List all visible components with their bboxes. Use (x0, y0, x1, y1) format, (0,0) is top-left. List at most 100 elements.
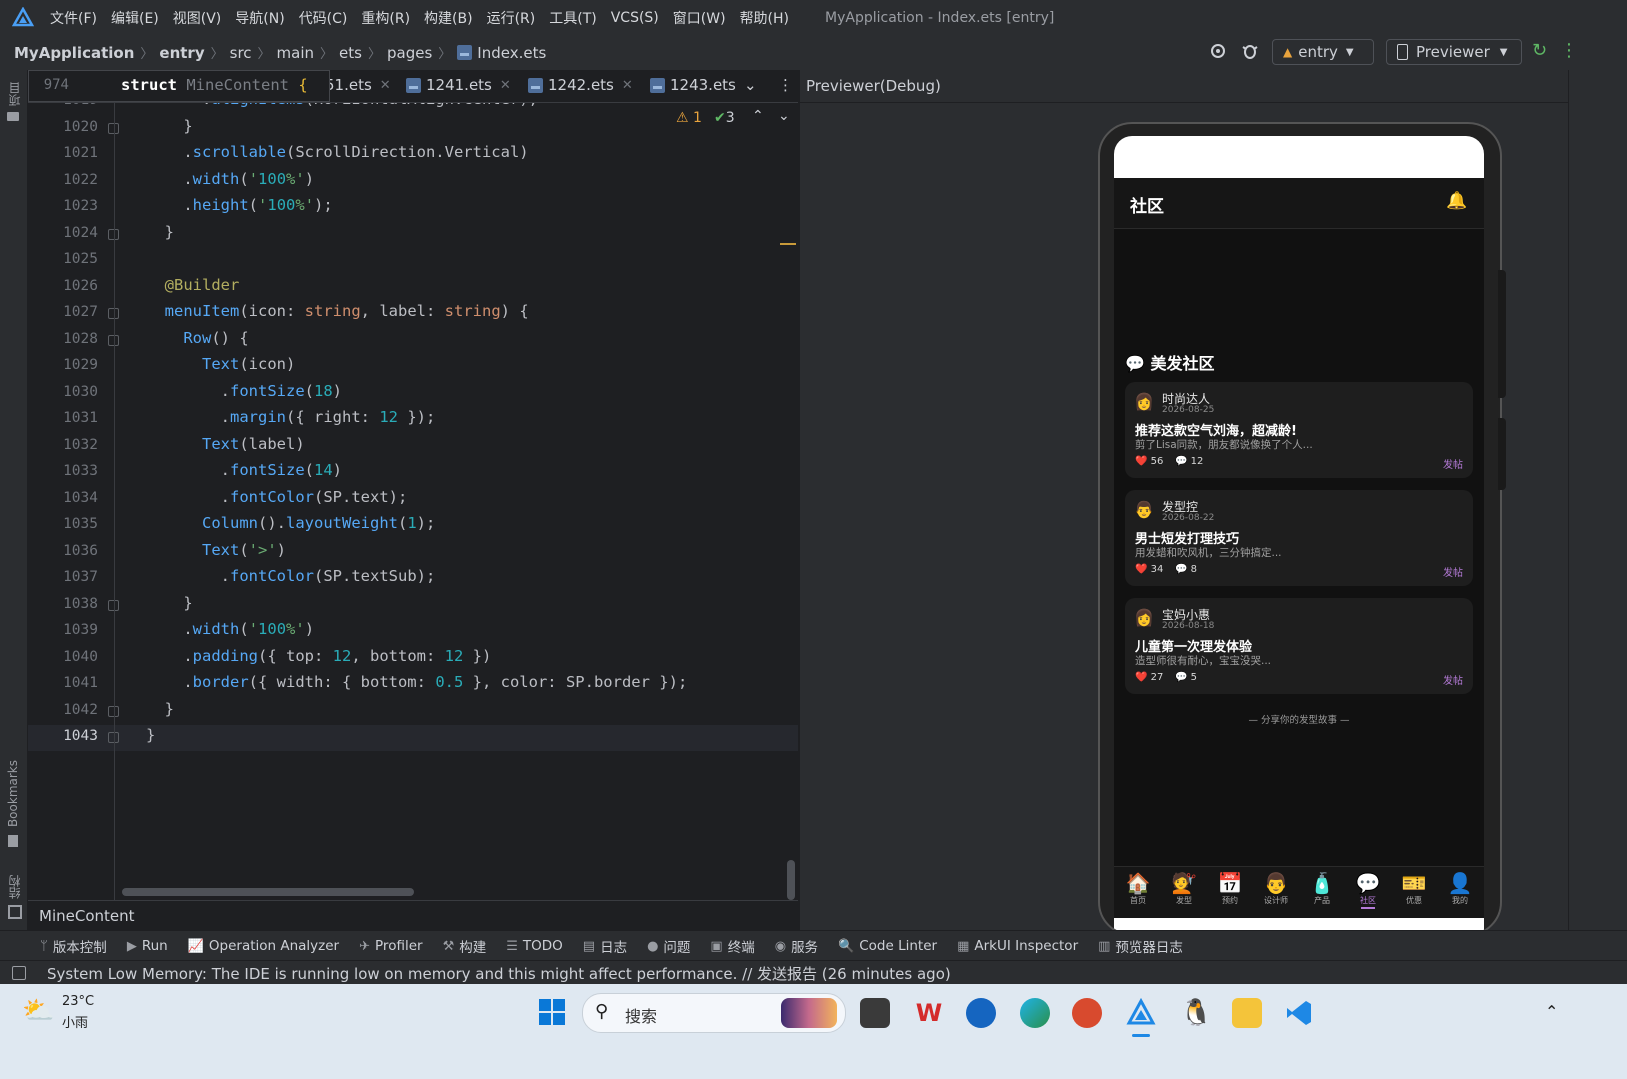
post-likes[interactable]: ❤️ 27 (1135, 672, 1163, 683)
breadcrumb-project[interactable]: MyApplication (14, 44, 134, 62)
menu-refactor[interactable]: 重构(R) (361, 8, 410, 28)
tool-tab-run[interactable]: ▶ Run (127, 938, 168, 954)
file-explorer-icon[interactable] (1232, 998, 1262, 1028)
post-card[interactable]: 👩 宝妈小惠 2026-08-18 儿童第一次理发体验 造型师很有耐心，宝宝没哭… (1125, 598, 1473, 694)
code-line[interactable]: Row() { (146, 329, 248, 347)
device-screen[interactable]: 社区 🔔 💬 美发社区 👩 时尚达人 2026-08-25 推荐这款空气刘海，超… (1114, 136, 1484, 932)
horizontal-scrollbar[interactable] (122, 888, 414, 896)
previewer-selector[interactable]: Previewer ▼ (1386, 39, 1522, 65)
wps-icon[interactable]: W (914, 998, 944, 1028)
tool-tab-arkui-inspector[interactable]: ▦ ArkUI Inspector (957, 938, 1078, 954)
task-view-icon[interactable] (860, 998, 890, 1028)
post-comments[interactable]: 💬 8 (1175, 564, 1197, 575)
code-area[interactable]: 1019 .alignItems(HorizontalAlign.Center)… (28, 70, 798, 900)
code-line[interactable]: } (146, 117, 192, 135)
menu-help[interactable]: 帮助(H) (740, 8, 789, 28)
status-toggle-icon[interactable] (12, 966, 26, 980)
close-icon[interactable]: ✕ (500, 78, 511, 93)
menu-window[interactable]: 窗口(W) (673, 8, 726, 28)
tab-hairstyle[interactable]: 💇 发型 (1164, 871, 1204, 906)
code-line[interactable]: .fontSize(18) (146, 382, 342, 400)
chevron-down-icon[interactable]: ⌄ (744, 76, 757, 94)
menu-code[interactable]: 代码(C) (299, 8, 348, 28)
breadcrumb-src[interactable]: src (230, 44, 252, 62)
tab-1243[interactable]: 1243.ets (650, 76, 736, 94)
post-comments[interactable]: 💬 12 (1175, 456, 1203, 467)
chevron-up-icon[interactable]: ⌃ (1545, 1002, 1558, 1021)
tool-tab-code-linter[interactable]: 🔍 Code Linter (838, 938, 937, 954)
vertical-scrollbar[interactable] (787, 860, 795, 900)
tool-tab-vcs[interactable]: ᛘ 版本控制 (40, 936, 107, 957)
overflow-icon[interactable]: ⋮ (1560, 40, 1578, 61)
code-line[interactable]: } (146, 700, 174, 718)
pin-app-icon[interactable] (966, 998, 996, 1028)
sticky-scope-header[interactable]: 974 struct MineContent { (28, 70, 330, 102)
tab-mine[interactable]: 👤 我的 (1440, 871, 1480, 906)
code-line[interactable]: .fontSize(14) (146, 461, 342, 479)
tab-51[interactable]: 51.ets ✕ (325, 76, 391, 94)
bug-icon[interactable] (1240, 41, 1260, 61)
menu-vcs[interactable]: VCS(S) (611, 10, 659, 26)
status-message[interactable]: System Low Memory: The IDE is running lo… (47, 963, 951, 984)
qq-penguin-icon[interactable]: 🐧 (1180, 998, 1212, 1028)
bell-icon[interactable]: 🔔 (1446, 191, 1467, 211)
tab-designer[interactable]: 👨 设计师 (1256, 871, 1296, 906)
tool-tab-operation-analyzer[interactable]: 📈 Operation Analyzer (188, 938, 339, 954)
scope-breadcrumb-item[interactable]: MineContent (39, 907, 135, 925)
vscode-icon[interactable] (1284, 998, 1314, 1028)
breadcrumb-module[interactable]: entry (159, 44, 204, 62)
code-editor[interactable]: 51.ets ✕ 1241.ets ✕ 1242.ets ✕ 1243.ets ⌄ ⋮… (28, 70, 828, 931)
menu-tools[interactable]: 工具(T) (549, 8, 596, 28)
tool-tab-previewer-log[interactable]: ▥ 预览器日志 (1098, 936, 1183, 957)
code-line[interactable]: .fontColor(SP.textSub); (146, 567, 436, 585)
tool-tab-problems[interactable]: ● 问题 (647, 936, 690, 957)
code-line[interactable]: .width('100%') (146, 170, 314, 188)
code-line[interactable]: Text('>') (146, 541, 286, 559)
tab-products[interactable]: 🧴 产品 (1302, 871, 1342, 906)
close-icon[interactable]: ✕ (622, 78, 633, 93)
post-card[interactable]: 👩 时尚达人 2026-08-25 推荐这款空气刘海，超减龄! 剪了Lisa同款… (1125, 382, 1473, 478)
code-line[interactable]: .border({ width: { bottom: 0.5 }, color:… (146, 673, 687, 691)
code-line[interactable]: .width('100%') (146, 620, 314, 638)
tool-tab-build[interactable]: ⚒ 构建 (443, 936, 487, 957)
close-icon[interactable]: ✕ (380, 78, 391, 93)
post-action[interactable]: 发帖 (1443, 456, 1463, 471)
code-line[interactable]: .margin({ right: 12 }); (146, 408, 436, 426)
project-tool-tab[interactable]: 项目 (6, 82, 23, 106)
code-line[interactable]: .scrollable(ScrollDirection.Vertical) (146, 143, 528, 161)
code-line[interactable]: Text(label) (146, 435, 305, 453)
pdf-app-icon[interactable] (1072, 998, 1102, 1028)
post-comments[interactable]: 💬 5 (1175, 672, 1197, 683)
tool-tab-services[interactable]: ◉ 服务 (775, 936, 818, 957)
tab-home[interactable]: 🏠 首页 (1118, 871, 1158, 906)
post-card[interactable]: 👨 发型控 2026-08-22 男士短发打理技巧 用发蜡和吹风机，三分钟搞定.… (1125, 490, 1473, 586)
code-line[interactable]: } (146, 223, 174, 241)
menu-edit[interactable]: 编辑(E) (111, 8, 159, 28)
deveco-taskbar-icon[interactable] (1126, 997, 1156, 1028)
bookmarks-tool-tab[interactable]: Bookmarks (6, 760, 20, 827)
post-likes[interactable]: ❤️ 56 (1135, 456, 1163, 467)
code-line[interactable]: .fontColor(SP.text); (146, 488, 408, 506)
code-line[interactable]: .height('100%'); (146, 196, 332, 214)
structure-tool-tab[interactable]: 结构 (6, 875, 23, 899)
code-line[interactable]: } (146, 726, 155, 744)
tab-coupons[interactable]: 🎫 优惠 (1394, 871, 1434, 906)
breadcrumb-ets[interactable]: ets (339, 44, 362, 62)
breadcrumb-pages[interactable]: pages (387, 44, 432, 62)
breadcrumb-file[interactable]: Index.ets (457, 44, 546, 62)
menu-file[interactable]: 文件(F) (50, 8, 97, 28)
code-line[interactable]: Column().layoutWeight(1); (146, 514, 435, 532)
taskbar-search[interactable]: ⚲ 搜索 (582, 993, 846, 1033)
tab-community[interactable]: 💬 社区 (1348, 871, 1388, 909)
refresh-icon[interactable]: ↻ (1532, 40, 1547, 61)
tool-tab-todo[interactable]: ☰ TODO (506, 938, 563, 954)
breadcrumb-main[interactable]: main (277, 44, 314, 62)
weather-icon[interactable]: ⛅ (22, 996, 54, 1026)
code-line[interactable]: } (146, 594, 192, 612)
tab-booking[interactable]: 📅 预约 (1210, 871, 1250, 906)
menu-build[interactable]: 构建(B) (424, 8, 473, 28)
code-line[interactable]: menuItem(icon: string, label: string) { (146, 302, 529, 320)
post-action[interactable]: 发帖 (1443, 672, 1463, 687)
edge-browser-icon[interactable] (1020, 998, 1050, 1028)
menu-view[interactable]: 视图(V) (173, 8, 222, 28)
